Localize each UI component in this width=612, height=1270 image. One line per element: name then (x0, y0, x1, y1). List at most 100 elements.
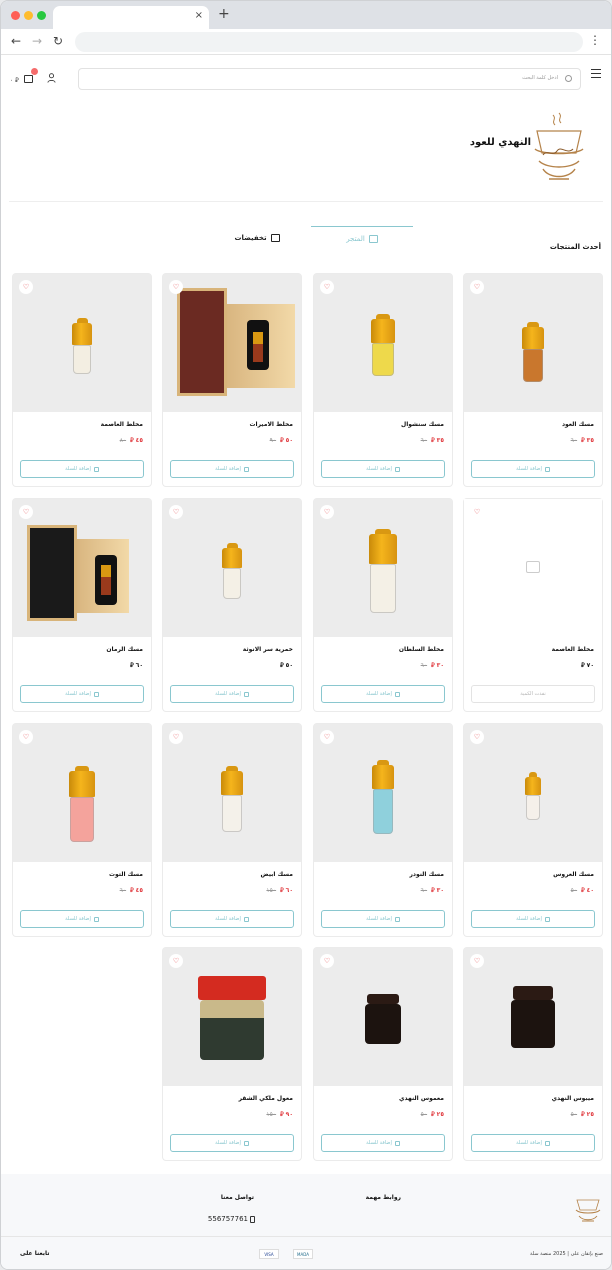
product-image[interactable] (13, 274, 151, 412)
browser-tab[interactable]: × (53, 6, 209, 29)
product-card[interactable]: ♡ معموس النهدي ٢٥⃁٥٠ إضافة للسلة (313, 947, 453, 1161)
product-image[interactable] (163, 499, 301, 637)
add-to-cart-button[interactable]: إضافة للسلة (471, 1134, 595, 1152)
close-window-button[interactable] (11, 11, 20, 20)
product-image[interactable] (163, 948, 301, 1086)
wishlist-heart-icon[interactable]: ♡ (19, 505, 33, 519)
wishlist-heart-icon[interactable]: ♡ (169, 954, 183, 968)
incense-jar-image (197, 976, 267, 1060)
add-to-cart-button[interactable]: إضافة للسلة (170, 910, 294, 928)
product-card[interactable]: ♡ مخلط السلطان ٣٠⃁٦٠ إضافة للسلة (313, 498, 453, 712)
browser-menu-icon[interactable]: ⋮ (589, 33, 601, 47)
product-card[interactable]: ♡ مسك التوت ٤٥⃁٦٠ إضافة للسلة (12, 723, 152, 937)
menu-icon[interactable] (591, 69, 601, 81)
product-image[interactable] (314, 948, 452, 1086)
wishlist-heart-icon[interactable]: ♡ (470, 954, 484, 968)
product-name[interactable]: معموس النهدي (399, 1095, 444, 1102)
wishlist-heart-icon[interactable]: ♡ (320, 730, 334, 744)
add-to-cart-button[interactable]: إضافة للسلة (321, 460, 445, 478)
product-card[interactable]: ♡ مسك العروس ٤٠⃁٥٠ إضافة للسلة (463, 723, 603, 937)
wishlist-heart-icon[interactable]: ♡ (320, 280, 334, 294)
product-name[interactable]: مخلط العاصمة (101, 421, 143, 428)
add-to-cart-button[interactable]: إضافة للسلة (170, 1134, 294, 1152)
product-card[interactable]: ♡ خمرية سر الانوثة ٥٠⃁ إضافة للسلة (162, 498, 302, 712)
phone-number[interactable]: 556757761 (208, 1215, 248, 1223)
product-price: ٦٠ (285, 887, 293, 894)
add-to-cart-button[interactable]: إضافة للسلة (471, 910, 595, 928)
product-card[interactable]: ♡ ميبوس النهدي ٢٥⃁٥٠ إضافة للسلة (463, 947, 603, 1161)
tab-store[interactable]: المتجر (311, 226, 413, 250)
product-card[interactable]: ♡ مسك الرمان ٦٠⃁ إضافة للسلة (12, 498, 152, 712)
new-tab-button[interactable]: + (218, 6, 230, 22)
product-card[interactable]: ♡ معول ملكي الشقر ٩٠⃁١٥٠ إضافة للسلة (162, 947, 302, 1161)
wishlist-heart-icon[interactable]: ♡ (169, 730, 183, 744)
product-card[interactable]: ♡ مخلط الاميرات ٥٠⃁٩٠ إضافة للسلة (162, 273, 302, 487)
product-card[interactable]: ♡ مخلط العاصمة ٧٠⃁ نفذت الكمية (463, 498, 603, 712)
product-name[interactable]: مسك الرمان (106, 646, 143, 653)
add-to-cart-button[interactable]: إضافة للسلة (321, 910, 445, 928)
product-price: ٤٥ (135, 437, 143, 444)
product-image[interactable] (464, 274, 602, 412)
product-name[interactable]: مخلط العاصمة (552, 646, 594, 653)
wishlist-heart-icon[interactable]: ♡ (169, 280, 183, 294)
address-bar[interactable] (75, 32, 583, 52)
product-name[interactable]: مسك العروس (553, 871, 594, 878)
wishlist-heart-icon[interactable]: ♡ (19, 280, 33, 294)
tab-discounts[interactable]: تخفيضات (217, 226, 297, 250)
cart-amount: ٠ ⃁ (10, 77, 19, 84)
product-card[interactable]: ♡ مسك سنشوال ٣٥⃁٦٠ إضافة للسلة (313, 273, 453, 487)
wishlist-heart-icon[interactable]: ♡ (19, 730, 33, 744)
product-name[interactable]: مسك التوت (109, 871, 143, 878)
cart-bag-icon (93, 916, 99, 922)
product-image[interactable] (464, 948, 602, 1086)
add-to-cart-button[interactable]: إضافة للسلة (170, 685, 294, 703)
add-to-cart-button[interactable]: إضافة للسلة (20, 460, 144, 478)
store-icon (368, 234, 378, 243)
product-card[interactable]: ♡ مخلط العاصمة ٤٥⃁٨٠ إضافة للسلة (12, 273, 152, 487)
wishlist-heart-icon[interactable]: ♡ (470, 730, 484, 744)
product-name[interactable]: مسك ابيض (261, 871, 293, 878)
forward-icon[interactable]: → (32, 34, 42, 48)
product-image[interactable] (464, 724, 602, 862)
product-name[interactable]: خمرية سر الانوثة (243, 646, 293, 653)
reload-icon[interactable]: ↻ (53, 34, 63, 48)
maximize-window-button[interactable] (37, 11, 46, 20)
add-to-cart-button[interactable]: إضافة للسلة (20, 685, 144, 703)
add-to-cart-button[interactable]: إضافة للسلة (170, 460, 294, 478)
wishlist-heart-icon[interactable]: ♡ (320, 505, 334, 519)
product-image[interactable] (163, 724, 301, 862)
user-icon[interactable] (47, 73, 56, 83)
tab-close-icon[interactable]: × (195, 10, 203, 21)
product-image[interactable] (13, 499, 151, 637)
wishlist-heart-icon[interactable]: ♡ (470, 505, 484, 519)
product-name[interactable]: معول ملكي الشقر (239, 1095, 293, 1102)
product-name[interactable]: ميبوس النهدي (552, 1095, 594, 1102)
add-to-cart-button[interactable]: إضافة للسلة (20, 910, 144, 928)
back-icon[interactable]: ← (11, 34, 21, 48)
wishlist-heart-icon[interactable]: ♡ (169, 505, 183, 519)
search-input[interactable]: ادخل كلمة البحث (78, 68, 581, 90)
add-to-cart-button[interactable]: إضافة للسلة (321, 685, 445, 703)
browser-toolbar: ← → ↻ ⋮ (1, 29, 611, 55)
wishlist-heart-icon[interactable]: ♡ (470, 280, 484, 294)
cart-icon[interactable] (24, 75, 33, 83)
product-name[interactable]: مخلط الاميرات (249, 421, 293, 428)
product-image[interactable] (314, 274, 452, 412)
product-image[interactable] (314, 724, 452, 862)
product-name[interactable]: مسك سنشوال (401, 421, 444, 428)
out-of-stock-button[interactable]: نفذت الكمية (471, 685, 595, 703)
product-card[interactable]: ♡ مسك العود ٣٥⃁٦٠ إضافة للسلة (463, 273, 603, 487)
product-name[interactable]: مسك العود (562, 421, 594, 428)
product-card[interactable]: ♡ مسك ابيض ٦٠⃁١٥٠ إضافة للسلة (162, 723, 302, 937)
product-image[interactable] (314, 499, 452, 637)
product-image[interactable] (13, 724, 151, 862)
product-image[interactable] (163, 274, 301, 412)
product-card[interactable]: ♡ مسك النودر ٣٠⃁٦٠ إضافة للسلة (313, 723, 453, 937)
wishlist-heart-icon[interactable]: ♡ (320, 954, 334, 968)
add-to-cart-button[interactable]: إضافة للسلة (321, 1134, 445, 1152)
add-to-cart-button[interactable]: إضافة للسلة (471, 460, 595, 478)
minimize-window-button[interactable] (24, 11, 33, 20)
product-name[interactable]: مخلط السلطان (399, 646, 444, 653)
product-name[interactable]: مسك النودر (409, 871, 444, 878)
product-image[interactable] (464, 499, 602, 637)
